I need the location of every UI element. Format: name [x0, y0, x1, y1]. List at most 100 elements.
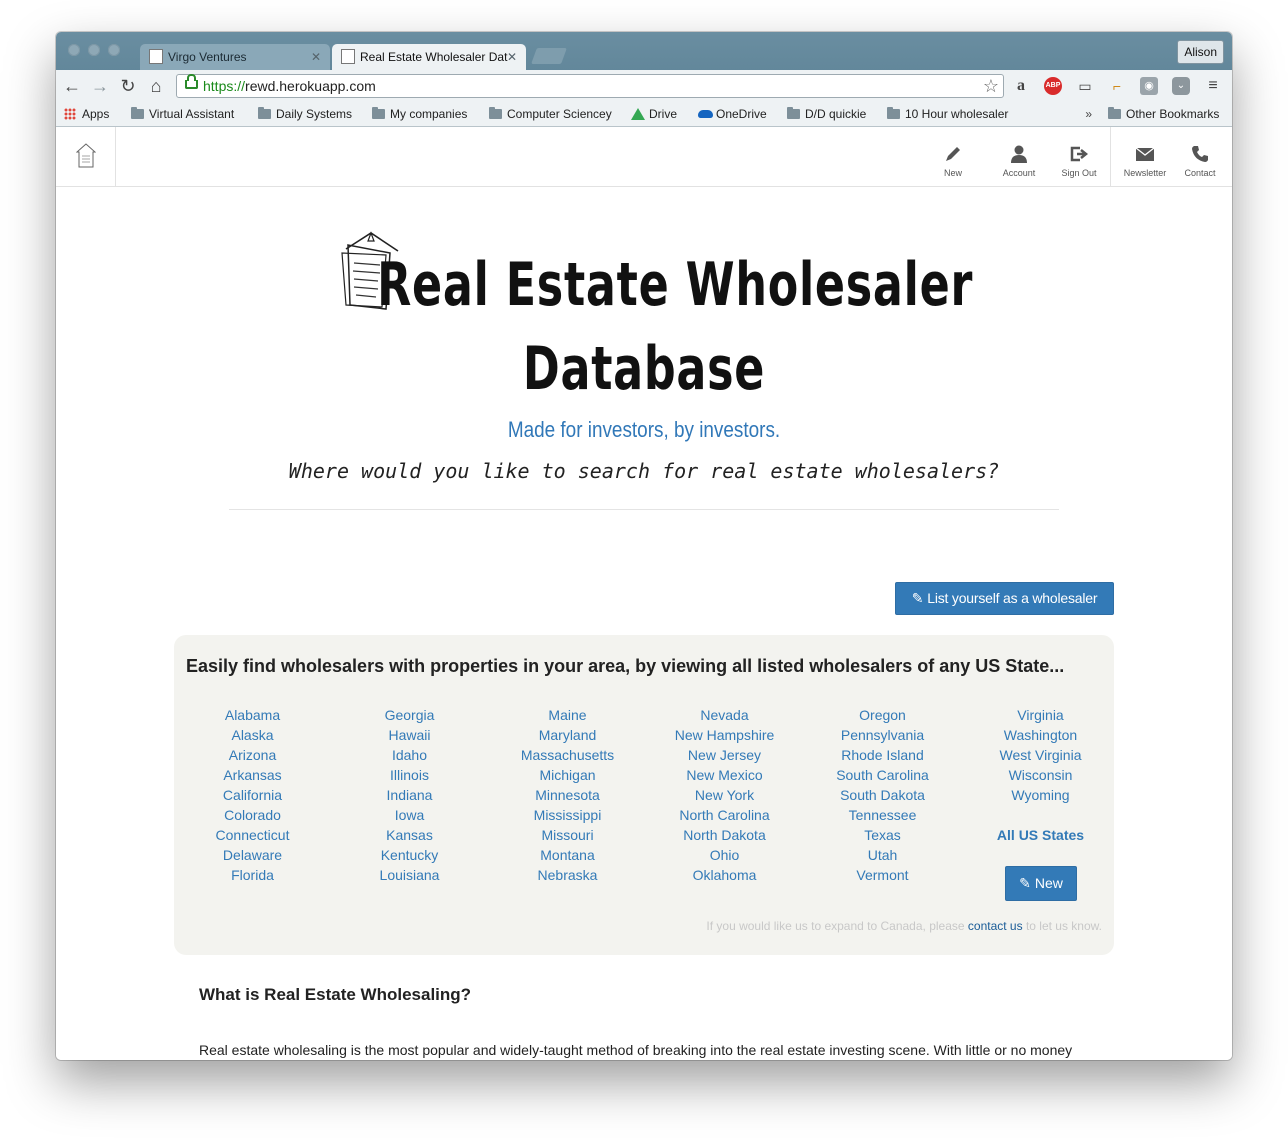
menu-icon[interactable]: ≡ — [1204, 77, 1222, 95]
nav-account[interactable]: Account — [992, 127, 1046, 186]
new-wholesaler-button[interactable]: ✎ New — [1005, 866, 1077, 901]
state-link-indiana[interactable]: Indiana — [331, 785, 488, 805]
state-link-delaware[interactable]: Delaware — [174, 845, 331, 865]
state-link-florida[interactable]: Florida — [174, 865, 331, 885]
state-link-south-dakota[interactable]: South Dakota — [804, 785, 961, 805]
tab-close-icon[interactable]: ✕ — [311, 44, 321, 70]
bookmark-drive[interactable]: Drive — [631, 105, 677, 123]
bookmark-other-bookmarks[interactable]: Other Bookmarks — [1108, 105, 1219, 123]
amazon-icon[interactable]: a — [1012, 77, 1030, 95]
nav-newsletter[interactable]: Newsletter — [1118, 127, 1172, 186]
tab-real-estate-wholesaler[interactable]: Real Estate Wholesaler Dat ✕ — [332, 44, 526, 70]
page-title: Real Estate Wholesaler Database — [377, 250, 974, 404]
forward-arrow-icon[interactable]: → — [90, 75, 110, 97]
bookmark-computer-sciencey[interactable]: Computer Sciencey — [489, 105, 612, 123]
state-link-michigan[interactable]: Michigan — [489, 765, 646, 785]
state-link-minnesota[interactable]: Minnesota — [489, 785, 646, 805]
camera-icon[interactable]: ◉ — [1140, 77, 1158, 95]
bookmark-daily-systems[interactable]: Daily Systems — [258, 105, 352, 123]
ruler-icon[interactable]: ⌐ — [1108, 77, 1126, 95]
adblock-plus-icon[interactable]: ABP — [1044, 77, 1062, 95]
bookmark-onedrive[interactable]: OneDrive — [698, 105, 767, 123]
state-link-georgia[interactable]: Georgia — [331, 705, 488, 725]
state-link-pennsylvania[interactable]: Pennsylvania — [804, 725, 961, 745]
zoom-window-button[interactable] — [108, 44, 120, 56]
state-link-wyoming[interactable]: Wyoming — [962, 785, 1119, 805]
url-text[interactable]: https://rewd.herokuapp.com — [203, 75, 376, 97]
state-link-connecticut[interactable]: Connecticut — [174, 825, 331, 845]
state-link-illinois[interactable]: Illinois — [331, 765, 488, 785]
address-bar[interactable]: https://rewd.herokuapp.com ☆ — [176, 74, 1004, 98]
bookmark-my-companies[interactable]: My companies — [372, 105, 467, 123]
minimize-window-button[interactable] — [88, 44, 100, 56]
state-link-montana[interactable]: Montana — [489, 845, 646, 865]
state-link-north-dakota[interactable]: North Dakota — [646, 825, 803, 845]
contact-us-link[interactable]: contact us — [968, 919, 1023, 933]
bookmark-apps[interactable]: Apps — [64, 105, 109, 123]
state-link-arkansas[interactable]: Arkansas — [174, 765, 331, 785]
nav-separator — [1110, 127, 1111, 186]
state-link-vermont[interactable]: Vermont — [804, 865, 961, 885]
back-arrow-icon[interactable]: ← — [62, 75, 82, 97]
state-link-rhode-island[interactable]: Rhode Island — [804, 745, 961, 765]
brand-logo-link[interactable] — [56, 127, 116, 186]
state-link-missouri[interactable]: Missouri — [489, 825, 646, 845]
state-link-nebraska[interactable]: Nebraska — [489, 865, 646, 885]
state-link-oklahoma[interactable]: Oklahoma — [646, 865, 803, 885]
state-link-west-virginia[interactable]: West Virginia — [962, 745, 1119, 765]
nav-new[interactable]: New — [928, 127, 978, 186]
tab-virgo-ventures[interactable]: Virgo Ventures ✕ — [140, 44, 330, 70]
state-link-north-carolina[interactable]: North Carolina — [646, 805, 803, 825]
state-link-louisiana[interactable]: Louisiana — [331, 865, 488, 885]
state-link-iowa[interactable]: Iowa — [331, 805, 488, 825]
state-link-new-jersey[interactable]: New Jersey — [646, 745, 803, 765]
state-link-colorado[interactable]: Colorado — [174, 805, 331, 825]
state-link-hawaii[interactable]: Hawaii — [331, 725, 488, 745]
browser-window: Virgo Ventures ✕ Real Estate Wholesaler … — [56, 32, 1232, 1060]
nav-contact[interactable]: Contact — [1178, 127, 1222, 186]
bookmark-star-icon[interactable]: ☆ — [983, 75, 999, 97]
nav-sign-out[interactable]: Sign Out — [1054, 127, 1104, 186]
state-link-tennessee[interactable]: Tennessee — [804, 805, 961, 825]
state-link-arizona[interactable]: Arizona — [174, 745, 331, 765]
bookmark-virtual-assistant[interactable]: Virtual Assistant — [131, 105, 234, 123]
state-link-maine[interactable]: Maine — [489, 705, 646, 725]
tab-title: Virgo Ventures — [168, 50, 247, 64]
reload-icon[interactable]: ↻ — [118, 75, 138, 97]
state-link-nevada[interactable]: Nevada — [646, 705, 803, 725]
bookmarks-overflow-icon[interactable]: » — [1085, 105, 1092, 123]
state-link-utah[interactable]: Utah — [804, 845, 961, 865]
state-link-texas[interactable]: Texas — [804, 825, 961, 845]
state-link-south-carolina[interactable]: South Carolina — [804, 765, 961, 785]
state-link-california[interactable]: California — [174, 785, 331, 805]
state-link-kentucky[interactable]: Kentucky — [331, 845, 488, 865]
home-icon[interactable]: ⌂ — [146, 75, 166, 97]
close-window-button[interactable] — [68, 44, 80, 56]
state-link-washington[interactable]: Washington — [962, 725, 1119, 745]
state-link-ohio[interactable]: Ohio — [646, 845, 803, 865]
new-tab-button[interactable] — [531, 48, 567, 64]
state-link-new-hampshire[interactable]: New Hampshire — [646, 725, 803, 745]
state-link-massachusetts[interactable]: Massachusetts — [489, 745, 646, 765]
tab-close-icon[interactable]: ✕ — [507, 44, 517, 70]
pocket-icon[interactable]: ⌄ — [1172, 77, 1190, 95]
state-link-new-mexico[interactable]: New Mexico — [646, 765, 803, 785]
state-link-mississippi[interactable]: Mississippi — [489, 805, 646, 825]
all-us-states-link[interactable]: All US States — [962, 825, 1119, 845]
state-link-maryland[interactable]: Maryland — [489, 725, 646, 745]
web-page: New Account Sign Out Newsletter Contact … — [56, 127, 1232, 1060]
state-link-kansas[interactable]: Kansas — [331, 825, 488, 845]
state-link-alaska[interactable]: Alaska — [174, 725, 331, 745]
state-link-alabama[interactable]: Alabama — [174, 705, 331, 725]
state-link-idaho[interactable]: Idaho — [331, 745, 488, 765]
profile-button[interactable]: Alison — [1177, 40, 1224, 64]
state-link-oregon[interactable]: Oregon — [804, 705, 961, 725]
state-link-wisconsin[interactable]: Wisconsin — [962, 765, 1119, 785]
state-link-new-york[interactable]: New York — [646, 785, 803, 805]
bookmark-10-hour-wholesaler[interactable]: 10 Hour wholesaler — [887, 105, 1008, 123]
state-link-virginia[interactable]: Virginia — [962, 705, 1119, 725]
list-yourself-button[interactable]: ✎ List yourself as a wholesaler — [895, 582, 1114, 615]
bookmark-dd-quickie[interactable]: D/D quickie — [787, 105, 866, 123]
house-favicon-icon — [149, 49, 163, 64]
cast-icon[interactable]: ▭ — [1076, 77, 1094, 95]
